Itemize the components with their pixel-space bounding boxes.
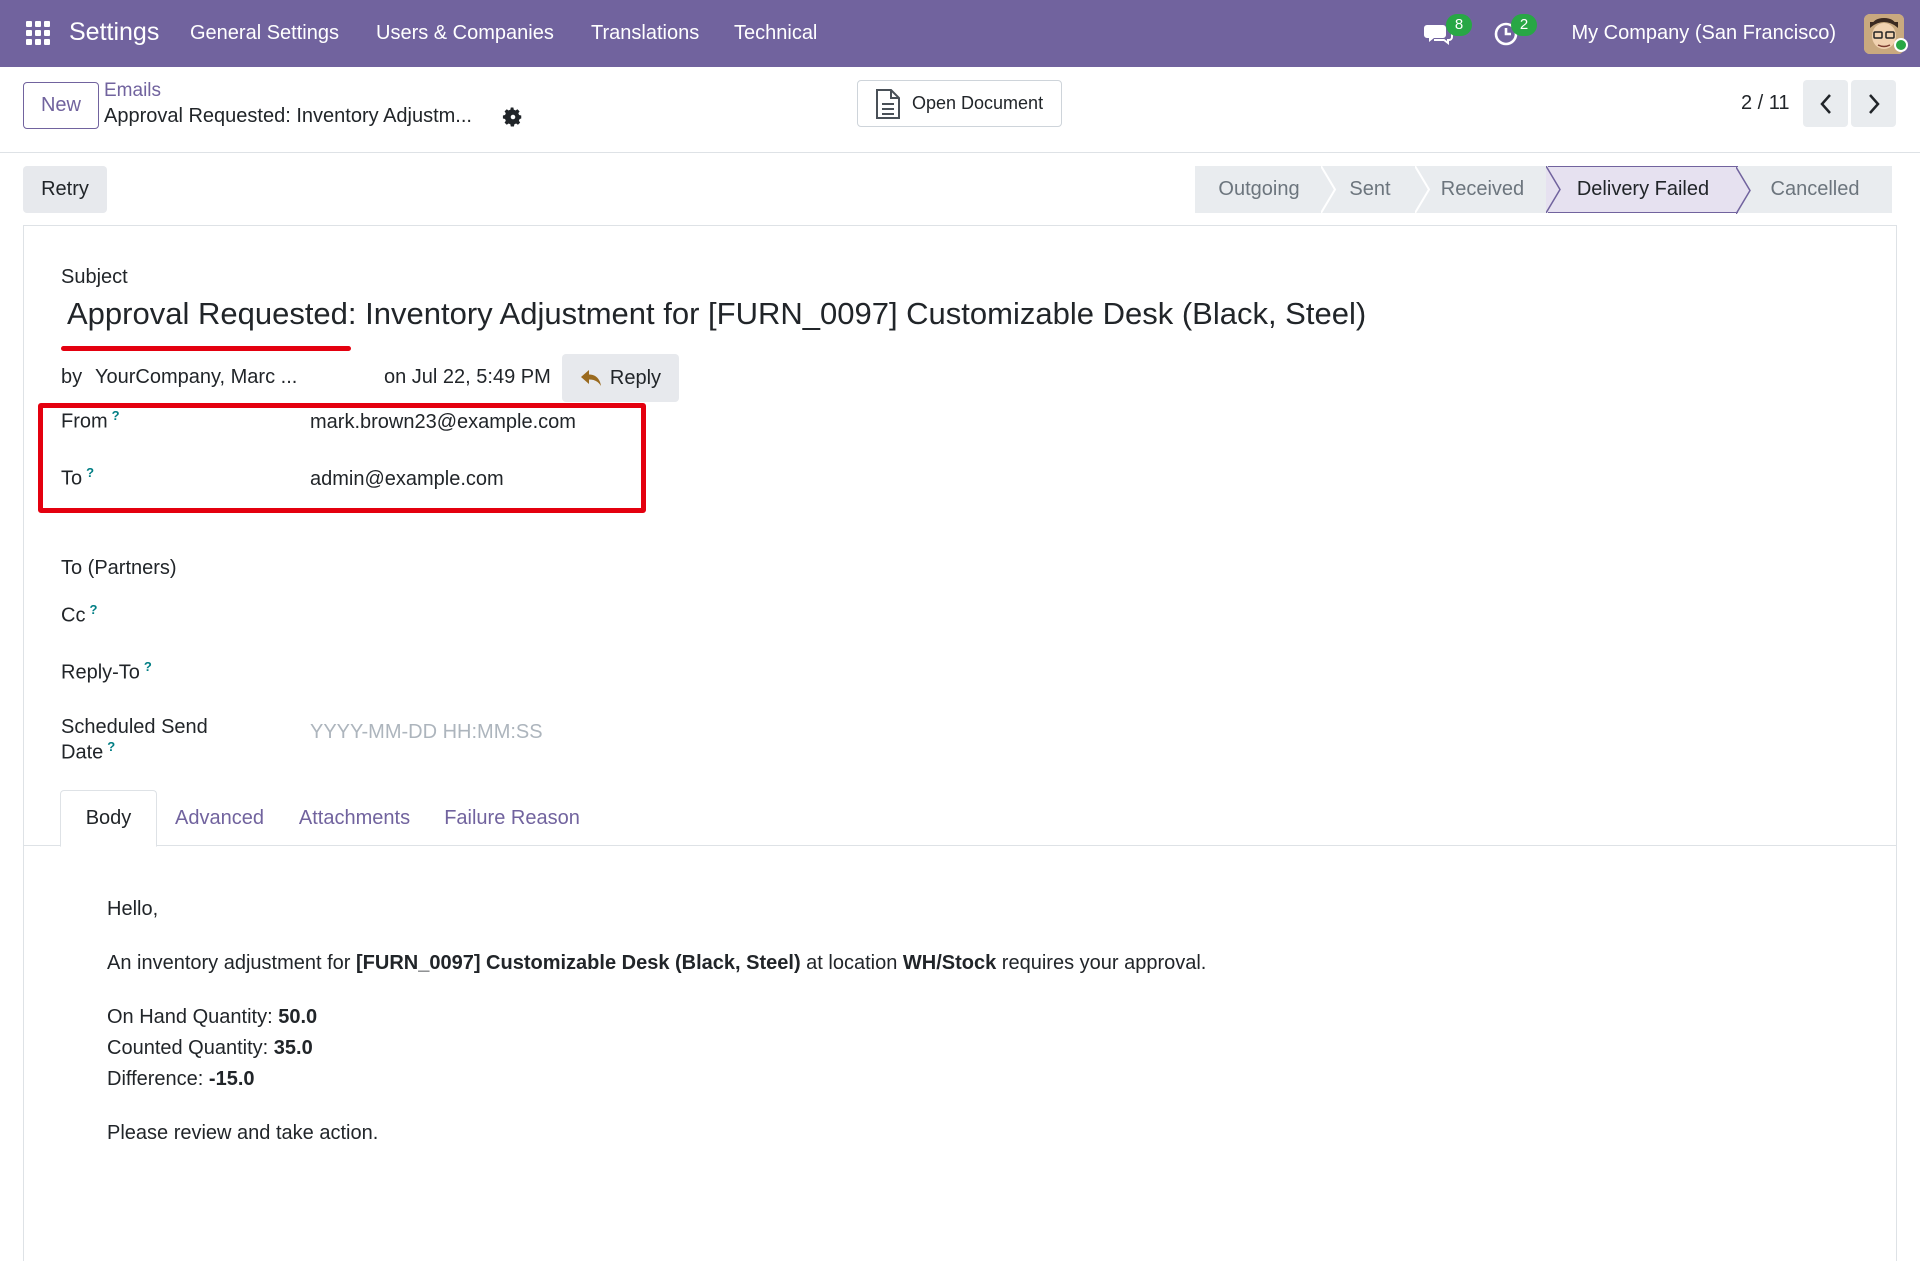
stage-delivery-failed[interactable]: Delivery Failed <box>1548 166 1751 214</box>
chevron-right-icon <box>1868 93 1880 114</box>
form-sheet: Subject Approval Requested: Inventory Ad… <box>23 225 1897 1261</box>
status-bar: Outgoing Sent Received Delivery Failed C… <box>1195 166 1892 214</box>
body-counted: Counted Quantity: 35.0 <box>107 1037 313 1059</box>
messages-badge: 8 <box>1446 14 1472 36</box>
from-label: From? <box>61 408 120 433</box>
scheduled-date-label: Scheduled Send Date? <box>61 716 208 764</box>
to-value[interactable]: admin@example.com <box>310 468 504 491</box>
cc-label: Cc? <box>61 602 98 627</box>
tab-advanced[interactable]: Advanced <box>157 790 282 847</box>
menu-translations[interactable]: Translations <box>591 22 699 45</box>
retry-button[interactable]: Retry <box>23 166 107 213</box>
open-document-label: Open Document <box>912 93 1044 113</box>
help-tooltip-icon[interactable]: ? <box>107 739 115 754</box>
body-location: WH/Stock <box>902 952 997 974</box>
reply-button[interactable]: Reply <box>562 354 679 402</box>
subject-label: Subject <box>61 266 128 288</box>
help-tooltip-icon[interactable]: ? <box>144 659 152 674</box>
reply-to-label: Reply-To? <box>61 659 152 684</box>
help-tooltip-icon[interactable]: ? <box>112 408 120 423</box>
body-closing: Please review and take action. <box>107 1122 379 1144</box>
from-value[interactable]: mark.brown23@example.com <box>310 411 576 434</box>
open-document-button[interactable]: Open Document <box>857 80 1062 127</box>
author-link[interactable]: YourCompany, Marc ... <box>95 366 297 389</box>
help-tooltip-icon[interactable]: ? <box>89 602 97 617</box>
online-status-dot <box>1894 38 1908 52</box>
body-difference: Difference: -15.0 <box>107 1068 255 1090</box>
stage-label: Sent <box>1349 178 1391 200</box>
to-partners-label: To (Partners) <box>61 557 177 579</box>
reply-label: Reply <box>609 366 662 389</box>
stage-received[interactable]: Received <box>1417 166 1561 213</box>
stage-label: Cancelled <box>1770 178 1860 200</box>
stage-label: Received <box>1440 178 1525 200</box>
tab-failure-reason[interactable]: Failure Reason <box>427 790 597 847</box>
stage-cancelled[interactable]: Cancelled <box>1738 166 1892 213</box>
stage-label: Outgoing <box>1218 178 1300 200</box>
body-main-line: An inventory adjustment for [FURN_0097] … <box>107 952 1207 974</box>
sent-date: on Jul 22, 5:49 PM <box>384 366 551 388</box>
pager-previous-button[interactable] <box>1803 80 1848 127</box>
help-tooltip-icon[interactable]: ? <box>86 465 94 480</box>
tab-body[interactable]: Body <box>60 790 157 847</box>
pager-value[interactable]: 2 / 11 <box>1741 92 1790 115</box>
scheduled-date-input[interactable]: YYYY-MM-DD HH:MM:SS <box>310 721 543 744</box>
menu-technical[interactable]: Technical <box>734 22 817 45</box>
annotation-underline <box>61 346 351 351</box>
activities-badge: 2 <box>1511 14 1537 36</box>
subject-value[interactable]: Approval Requested: Inventory Adjustment… <box>67 296 1366 332</box>
breadcrumb-current-record: Approval Requested: Inventory Adjustm... <box>104 105 472 127</box>
stage-outgoing[interactable]: Outgoing <box>1195 166 1337 213</box>
stage-chevron-icon <box>1321 166 1337 213</box>
stage-chevron-icon <box>1415 166 1431 213</box>
top-navbar: Settings General Settings Users & Compan… <box>0 0 1920 67</box>
control-panel: New Emails Approval Requested: Inventory… <box>0 67 1920 153</box>
notebook-tabs: Body Advanced Attachments Failure Reason <box>24 790 1896 847</box>
app-brand[interactable]: Settings <box>69 18 159 47</box>
body-on-hand: On Hand Quantity: 50.0 <box>107 1006 318 1028</box>
tab-attachments[interactable]: Attachments <box>282 790 427 847</box>
to-label: To? <box>61 465 95 490</box>
by-label: by <box>61 366 83 388</box>
breadcrumb-emails[interactable]: Emails <box>104 80 161 102</box>
gear-icon[interactable] <box>502 106 524 128</box>
new-button[interactable]: New <box>23 82 99 129</box>
menu-users-companies[interactable]: Users & Companies <box>376 22 554 45</box>
chevron-left-icon <box>1819 93 1831 114</box>
company-switcher[interactable]: My Company (San Francisco) <box>1571 22 1836 45</box>
menu-general-settings[interactable]: General Settings <box>190 22 339 45</box>
apps-grid-icon[interactable] <box>26 21 50 45</box>
reply-arrow-icon <box>580 370 601 386</box>
stage-chevron-icon <box>1736 167 1751 214</box>
body-greeting: Hello, <box>107 898 159 920</box>
stage-label: Delivery Failed <box>1576 178 1710 200</box>
pager-next-button[interactable] <box>1851 80 1896 127</box>
document-icon <box>876 88 900 119</box>
stage-sent[interactable]: Sent <box>1323 166 1431 213</box>
body-product: [FURN_0097] Customizable Desk (Black, St… <box>356 952 801 974</box>
stage-chevron-icon <box>1546 166 1561 213</box>
